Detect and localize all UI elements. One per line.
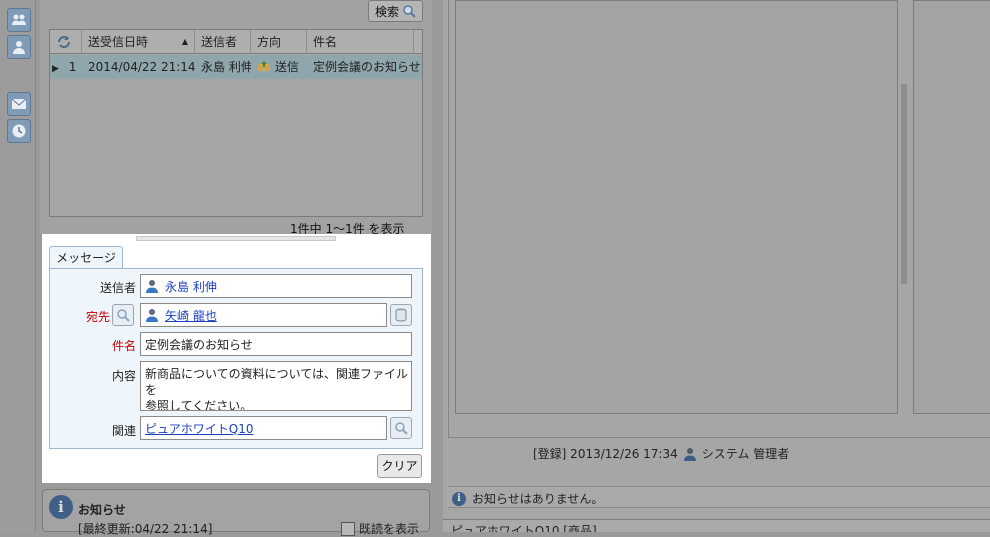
vertical-scrollbar[interactable]	[901, 84, 907, 284]
related-search-button[interactable]	[390, 417, 412, 439]
to-value[interactable]: 矢崎 龍也	[165, 307, 217, 324]
row-number-value: 1	[68, 60, 77, 74]
side-box	[913, 0, 990, 414]
send-icon	[258, 61, 270, 71]
row-pointer-icon: ▶	[52, 64, 59, 74]
column-header-sender-label: 送信者	[201, 35, 238, 49]
row-sender: 永島 利伸	[201, 60, 251, 74]
column-header-datetime-label: 送受信日時	[88, 35, 149, 49]
subject-input[interactable]: 定例会議のお知らせ	[140, 332, 412, 356]
column-header-datetime[interactable]: 送受信日時 ▲	[82, 30, 195, 54]
notice-last-updated: [最終更新:04/22 21:14]	[78, 522, 213, 536]
mail-icon[interactable]	[7, 92, 31, 116]
column-header-sender[interactable]: 送信者	[195, 30, 251, 54]
to-label: 宛先	[85, 310, 110, 324]
row-direction-value: 送信	[274, 60, 299, 74]
row-datetime: 2014/04/22 21:14	[88, 60, 195, 74]
detail-box	[455, 0, 898, 414]
address-book-button[interactable]	[390, 304, 412, 326]
column-header-subject[interactable]: 件名	[307, 30, 414, 54]
search-icon	[403, 5, 416, 18]
row-number: ▶ 1	[50, 55, 82, 79]
sender-field: 永島 利伸	[140, 274, 412, 298]
info-icon: i	[452, 491, 466, 506]
refresh-icon[interactable]	[50, 30, 82, 54]
notice-bar: i お知らせはありません。	[448, 486, 990, 508]
search-icon	[395, 422, 408, 435]
tab-message[interactable]: メッセージ	[49, 246, 123, 270]
registration-text: [登録] 2013/12/26 17:34	[533, 447, 678, 461]
related-value[interactable]: ピュアホワイトQ10	[145, 420, 253, 437]
sort-ascending-icon: ▲	[181, 37, 188, 46]
search-button-label: 検索	[374, 4, 399, 19]
table-row[interactable]: ▶ 1 2014/04/22 21:14 永島 利伸 送信 定例会議のお知らせ	[50, 55, 422, 79]
splitter-handle[interactable]	[136, 236, 336, 241]
search-icon	[117, 309, 130, 322]
person-icon	[146, 309, 158, 322]
column-header-direction-label: 方向	[257, 35, 282, 49]
notice-box: i お知らせ [最終更新:04/22 21:14] 既読を表示	[42, 489, 430, 536]
message-grid: 送受信日時 ▲ 送信者 方向 件名 ▶ 1 2014/04/22 21:14 永…	[49, 29, 423, 217]
user-icon[interactable]	[7, 35, 31, 59]
info-icon: i	[49, 495, 73, 519]
sender-label: 送信者	[99, 281, 136, 295]
search-button[interactable]: 検索	[368, 0, 423, 22]
clock-icon[interactable]	[7, 119, 31, 143]
contacts-icon[interactable]	[7, 8, 31, 32]
bottom-tab-label: ピュアホワイトQ10 [商品]	[451, 524, 597, 532]
notice-text: お知らせはありません。	[472, 492, 604, 506]
to-field[interactable]: 矢崎 龍也	[140, 303, 387, 327]
column-header-subject-label: 件名	[313, 35, 338, 49]
row-subject: 定例会議のお知らせ	[313, 60, 420, 74]
registrant: システム 管理者	[701, 447, 790, 461]
registration-info: [登録] 2013/12/26 17:34 システム 管理者	[533, 445, 789, 462]
body-textarea[interactable]: 新商品についての資料については、関連ファイルを 参照してください。	[140, 361, 412, 411]
sender-value[interactable]: 永島 利伸	[165, 278, 217, 295]
column-header-direction[interactable]: 方向	[251, 30, 307, 54]
row-direction: 送信	[251, 55, 307, 79]
database-icon	[395, 308, 407, 322]
clear-button[interactable]: クリア	[377, 454, 422, 478]
subject-label: 件名	[111, 339, 136, 353]
show-read-label: 既読を表示	[359, 522, 420, 536]
person-icon	[683, 447, 696, 461]
show-read-toggle[interactable]: 既読を表示	[341, 520, 419, 537]
body-label: 内容	[111, 369, 136, 383]
related-label: 関連	[111, 424, 136, 438]
show-read-checkbox[interactable]	[341, 521, 355, 536]
left-icon-rail	[0, 0, 36, 532]
grid-header: 送受信日時 ▲ 送信者 方向 件名	[50, 30, 422, 54]
related-field[interactable]: ピュアホワイトQ10	[140, 416, 387, 440]
bottom-tab[interactable]: ピュアホワイトQ10 [商品]	[443, 519, 990, 532]
to-search-button[interactable]	[112, 304, 134, 326]
notice-title: お知らせ	[78, 503, 126, 517]
person-icon	[146, 280, 158, 293]
